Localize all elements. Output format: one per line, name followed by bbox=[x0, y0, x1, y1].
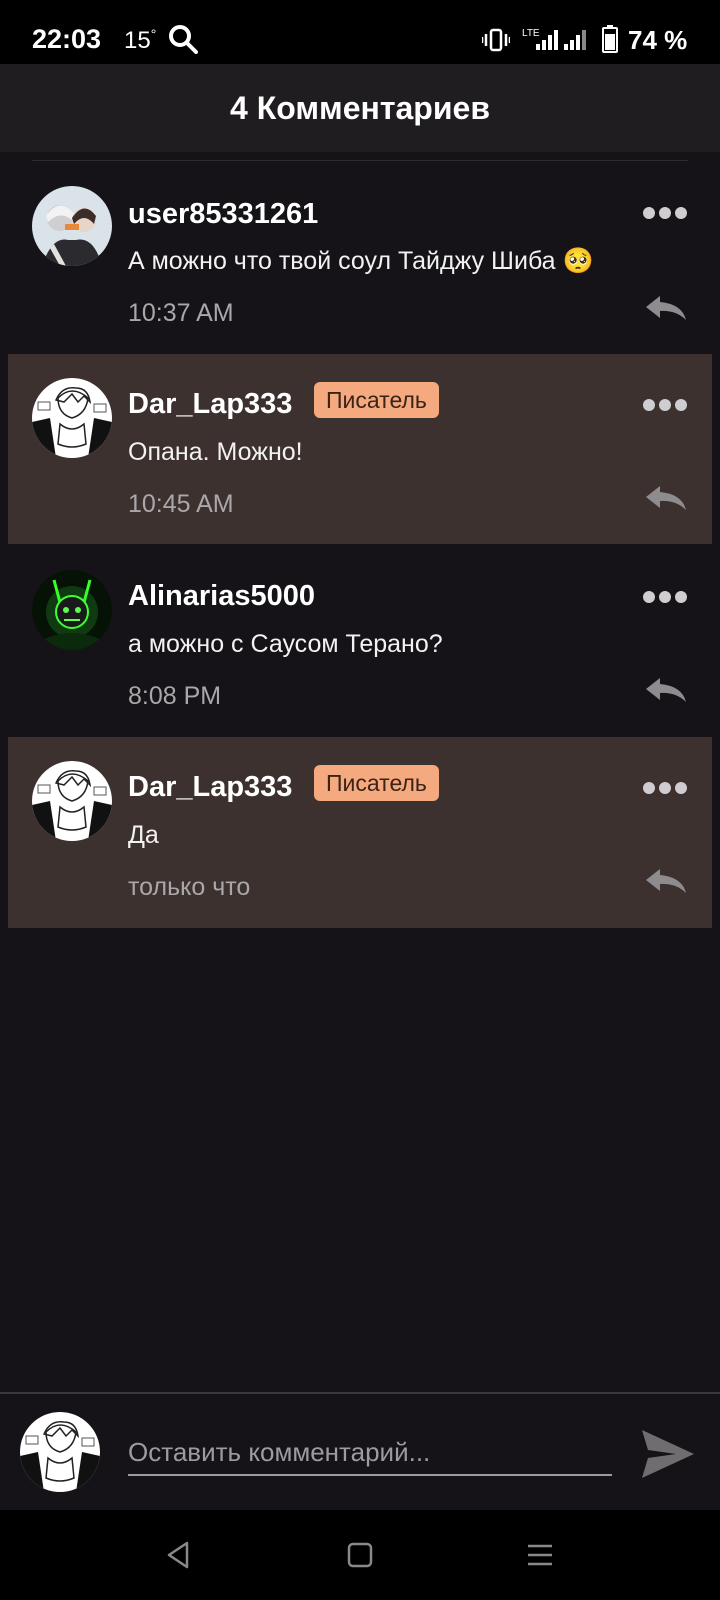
comment-item: Alinarias5000 а можно с Саусом Терано? 8… bbox=[8, 546, 712, 734]
more-options-icon[interactable] bbox=[642, 781, 688, 795]
username[interactable]: Dar_Lap333 bbox=[128, 771, 292, 804]
back-icon[interactable] bbox=[163, 1540, 193, 1570]
username[interactable]: Alinarias5000 bbox=[128, 580, 315, 613]
comment-time: 10:37 AM bbox=[128, 299, 234, 327]
search-icon bbox=[169, 25, 198, 54]
manga-avatar-icon bbox=[32, 761, 112, 841]
comment-text: Да bbox=[128, 821, 159, 849]
battery-percent: 74 % bbox=[628, 25, 688, 55]
comment-item-author: Dar_Lap333 Писатель Да только что bbox=[8, 737, 712, 928]
battery-icon bbox=[602, 25, 618, 53]
svg-text:LTE: LTE bbox=[522, 28, 540, 39]
reply-icon[interactable] bbox=[644, 867, 688, 895]
manga-avatar-icon bbox=[32, 378, 112, 458]
system-nav-bar bbox=[0, 1510, 720, 1600]
comment-input[interactable] bbox=[128, 1430, 612, 1476]
anime-pair-avatar-icon bbox=[32, 186, 112, 266]
avatar[interactable] bbox=[32, 378, 112, 458]
avatar[interactable] bbox=[32, 570, 112, 650]
current-user-avatar bbox=[20, 1412, 100, 1492]
header-divider bbox=[32, 160, 688, 161]
comment-time: 10:45 AM bbox=[128, 490, 234, 518]
reply-icon[interactable] bbox=[644, 484, 688, 512]
comment-composer bbox=[0, 1392, 720, 1510]
manga-avatar-icon bbox=[20, 1412, 100, 1492]
comment-time: только что bbox=[128, 873, 251, 901]
comment-item-author: Dar_Lap333 Писатель Опана. Можно! 10:45 … bbox=[8, 354, 712, 544]
comment-text: а можно с Саусом Терано? bbox=[128, 630, 443, 658]
comment-item: user85331261 А можно что твой соул Тайдж… bbox=[8, 164, 712, 352]
reply-icon[interactable] bbox=[644, 294, 688, 322]
more-options-icon[interactable] bbox=[642, 206, 688, 220]
status-temperature: 15° bbox=[124, 26, 157, 54]
page-title: 4 Комментариев bbox=[230, 89, 490, 126]
status-time: 22:03 bbox=[32, 24, 102, 54]
writer-badge: Писатель bbox=[314, 382, 439, 418]
avatar[interactable] bbox=[32, 186, 112, 266]
green-neon-avatar-icon bbox=[32, 570, 112, 650]
username[interactable]: Dar_Lap333 bbox=[128, 388, 292, 421]
username[interactable]: user85331261 bbox=[128, 198, 318, 231]
vibrate-icon bbox=[482, 28, 510, 52]
more-options-icon[interactable] bbox=[642, 590, 688, 604]
avatar[interactable] bbox=[32, 761, 112, 841]
comment-time: 8:08 PM bbox=[128, 682, 222, 710]
reply-icon[interactable] bbox=[644, 676, 688, 704]
send-icon[interactable] bbox=[640, 1428, 696, 1480]
signal-icon: LTE bbox=[522, 28, 586, 50]
recents-icon[interactable] bbox=[525, 1540, 555, 1570]
more-options-icon[interactable] bbox=[642, 398, 688, 412]
home-icon[interactable] bbox=[345, 1540, 375, 1570]
comments-header: 4 Комментариев bbox=[0, 64, 720, 152]
writer-badge: Писатель bbox=[314, 765, 439, 801]
status-bar: 22:03 15° LTE 74 % bbox=[0, 0, 720, 64]
comment-text: А можно что твой соул Тайджу Шиба 🥺 bbox=[128, 247, 594, 275]
comment-text: Опана. Можно! bbox=[128, 438, 303, 466]
